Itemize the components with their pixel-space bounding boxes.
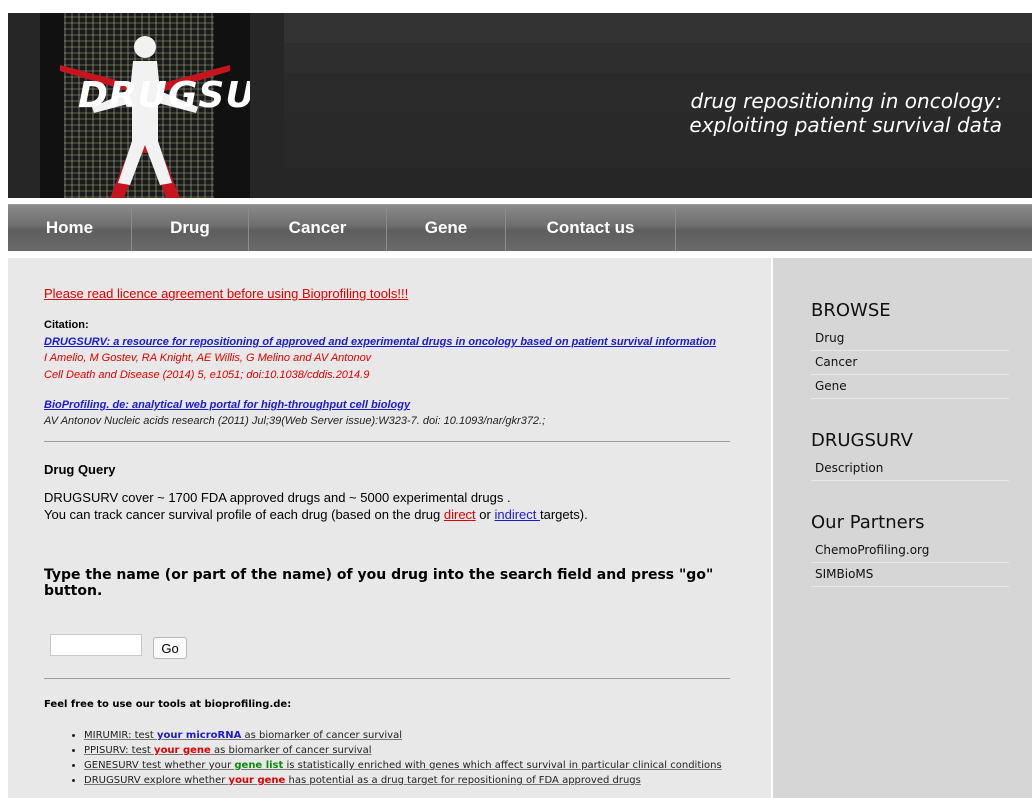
nav-gene[interactable]: Gene — [387, 205, 506, 251]
tool-keyword: your gene — [228, 775, 286, 786]
drugsurv-paper-link[interactable]: DRUGSURV: a resource for repositioning o… — [44, 335, 730, 350]
track-survival-text: You can track cancer survival profile of… — [44, 506, 730, 523]
tool-text: GENESURV test whether your — [84, 760, 235, 771]
nav-contact-us[interactable]: Contact us — [506, 205, 676, 251]
tool-text: as biomarker of cancer survival — [210, 745, 372, 756]
nav-drug[interactable]: Drug — [132, 205, 249, 251]
tools-list: MIRUMIR: test your microRNA as biomarker… — [44, 728, 784, 788]
sidebar-item-chemoprofiling[interactable]: ChemoProfiling.org — [811, 539, 1009, 563]
site-header: DRUGSURV drug repositioning in oncology:… — [8, 13, 1032, 198]
tool-text: PPISURV: test — [84, 745, 155, 756]
partners-heading: Our Partners — [811, 512, 925, 533]
bioprofiling-reference: AV Antonov Nucleic acids research (2011)… — [44, 415, 546, 427]
tool-keyword: your gene — [154, 745, 211, 756]
logo-image: DRUGSURV — [40, 13, 250, 198]
sidebar-item-description[interactable]: Description — [811, 457, 1009, 481]
main-content: Please read licence agreement before usi… — [8, 258, 771, 798]
tool-text: is statistically enriched with genes whi… — [283, 760, 722, 771]
list-item: PPISURV: test your gene as biomarker of … — [84, 743, 784, 758]
list-item: MIRUMIR: test your microRNA as biomarker… — [84, 728, 784, 743]
paper-authors: I Amelio, M Gostev, RA Knight, AE Willis… — [44, 352, 372, 364]
site-tagline: drug repositioning in oncology: exploiti… — [582, 89, 1002, 137]
tool-text: has potential as a drug target for repos… — [285, 775, 641, 786]
logo-text[interactable]: DRUGSURV — [78, 75, 250, 116]
drug-count-text: DRUGSURV cover ~ 1700 FDA approved drugs… — [44, 490, 511, 505]
genesurv-link[interactable]: GENESURV test whether your gene list is … — [84, 760, 722, 771]
drug-query-description: DRUGSURV cover ~ 1700 FDA approved drugs… — [44, 489, 730, 523]
citation-label: Citation: — [44, 319, 89, 331]
divider — [44, 441, 730, 442]
browse-section: BROWSE Drug Cancer Gene — [811, 300, 1009, 399]
drugsurv-heading: DRUGSURV — [811, 430, 913, 451]
drug-query-title: Drug Query — [44, 462, 116, 477]
tool-text: DRUGSURV explore whether — [84, 775, 229, 786]
sidebar-item-simbioms[interactable]: SIMBioMS — [811, 563, 1009, 587]
licence-agreement-link[interactable]: Please read licence agreement before usi… — [44, 286, 730, 301]
drug-search-input[interactable] — [50, 634, 142, 656]
track-text: You can track cancer survival profile of… — [44, 507, 444, 522]
indirect-targets-link[interactable]: indirect — [494, 507, 540, 522]
main-nav: Home Drug Cancer Gene Contact us — [8, 204, 1032, 251]
nav-cancer[interactable]: Cancer — [249, 205, 387, 251]
ppisurv-link[interactable]: PPISURV: test your gene as biomarker of … — [84, 745, 372, 756]
bioprofiling-paper-link[interactable]: BioProfiling. de: analytical web portal … — [44, 398, 730, 413]
tool-keyword: your microRNA — [157, 730, 242, 741]
sidebar-item-cancer[interactable]: Cancer — [811, 351, 1009, 375]
nav-home[interactable]: Home — [8, 205, 132, 251]
tagline-line-1: drug repositioning in oncology: — [690, 89, 1002, 113]
sidebar-item-drug[interactable]: Drug — [811, 327, 1009, 351]
paper-journal: Cell Death and Disease (2014) 5, e1051; … — [44, 369, 370, 381]
sidebar: BROWSE Drug Cancer Gene DRUGSURV Descrip… — [773, 258, 1032, 798]
browse-heading: BROWSE — [811, 300, 891, 321]
tool-keyword: gene list — [234, 760, 284, 771]
mirumir-link[interactable]: MIRUMIR: test your microRNA as biomarker… — [84, 730, 402, 741]
search-prompt: Type the name (or part of the name) of y… — [44, 567, 714, 599]
or-text: or — [475, 507, 495, 522]
drugsurv-tool-link[interactable]: DRUGSURV explore whether your gene has p… — [84, 775, 641, 786]
list-item: DRUGSURV explore whether your gene has p… — [84, 773, 784, 788]
list-item: GENESURV test whether your gene list is … — [84, 758, 784, 773]
direct-targets-link[interactable]: direct — [444, 507, 476, 522]
tool-text: MIRUMIR: test — [84, 730, 157, 741]
drugsurv-section: DRUGSURV Description — [811, 430, 1009, 481]
go-button[interactable]: Go — [153, 637, 187, 659]
tool-text: as biomarker of cancer survival — [241, 730, 403, 741]
targets-text: targets). — [540, 507, 588, 522]
partners-section: Our Partners ChemoProfiling.org SIMBioMS — [811, 512, 1009, 587]
sidebar-item-gene[interactable]: Gene — [811, 375, 1009, 399]
tools-title: Feel free to use our tools at bioprofili… — [44, 699, 292, 710]
tagline-line-2: exploiting patient survival data — [689, 113, 1002, 137]
divider — [44, 678, 730, 679]
